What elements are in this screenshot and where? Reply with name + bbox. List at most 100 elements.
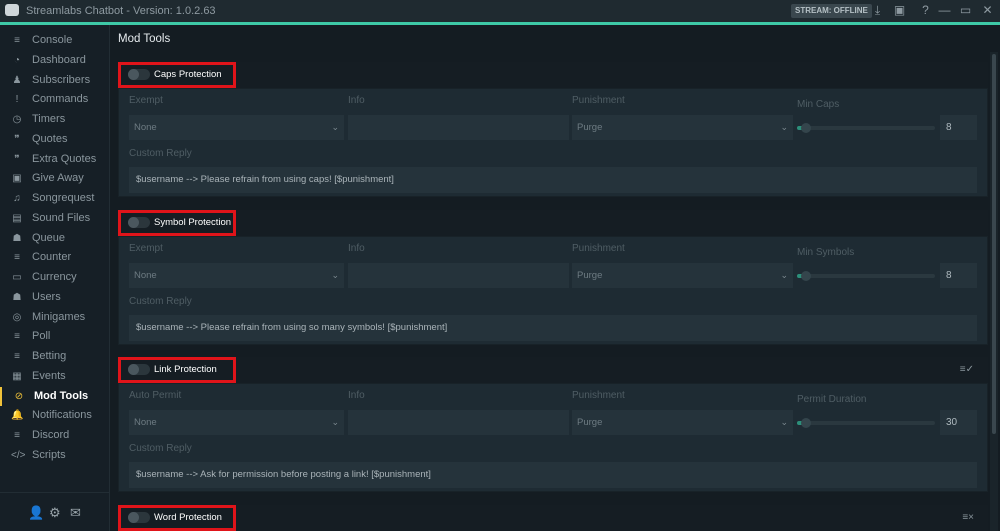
chevron-down-icon: ⌄ xyxy=(331,417,339,428)
slider-value-input[interactable]: 8 xyxy=(940,115,977,140)
sidebar-item-give-away[interactable]: ▣ Give Away xyxy=(0,169,110,188)
sidebar-item-label: Mod Tools xyxy=(34,389,89,402)
sidebar-item-notifications[interactable]: 🔔 Notifications xyxy=(0,406,110,425)
sidebar-item-commands[interactable]: ! Commands xyxy=(0,90,110,109)
download-icon[interactable]: ⤓ xyxy=(871,4,884,17)
sidebar-item-label: Dashboard xyxy=(32,53,86,66)
app-logo-icon xyxy=(5,4,19,16)
info-input[interactable] xyxy=(348,115,569,140)
field-label: Info xyxy=(348,390,365,402)
section-body: Auto Permit None ⌄ Info Punishment Purge ⌄… xyxy=(118,383,988,493)
sidebar-item-label: Quotes xyxy=(32,132,68,145)
field-label: Min Symbols xyxy=(797,246,855,258)
custom-reply-input[interactable]: $username --> Please refrain from using … xyxy=(129,167,977,193)
sidebar-item-minigames[interactable]: ◎ Minigames xyxy=(0,308,110,327)
sidebar-item-console[interactable]: ≡ Console xyxy=(0,31,110,50)
field-label: Custom Reply xyxy=(129,443,192,455)
sidebar-item-label: Commands xyxy=(32,93,89,106)
sidebar-item-timers[interactable]: ◷ Timers xyxy=(0,110,110,129)
ban-icon: ⊘ xyxy=(14,390,24,402)
scrollbar[interactable] xyxy=(990,52,998,531)
sidebar-item-users[interactable]: ☗ Users xyxy=(0,288,110,307)
exempt-select[interactable]: None ⌄ xyxy=(129,115,344,140)
select-value: Purge xyxy=(577,122,603,133)
exempt-select[interactable]: None ⌄ xyxy=(129,410,344,436)
page-title: Mod Tools xyxy=(118,33,171,45)
sidebar-item-extra-quotes[interactable]: ❞ Extra Quotes xyxy=(0,150,110,169)
punishment-select[interactable]: Purge ⌄ xyxy=(572,262,793,288)
scrollbar-thumb[interactable] xyxy=(992,54,996,434)
sidebar-item-poll[interactable]: ≡ Poll xyxy=(0,327,110,346)
sidebar-item-label: Timers xyxy=(32,113,66,125)
close-icon[interactable]: ✕ xyxy=(981,4,994,17)
section-body: Exempt None ⌄ Info Punishment Purge ⌄ Min … xyxy=(118,88,988,197)
chevron-down-icon: ⌄ xyxy=(331,269,339,280)
slider-handle[interactable] xyxy=(801,418,811,429)
enable-toggle[interactable] xyxy=(128,216,150,228)
select-value: Purge xyxy=(577,417,603,429)
punishment-select[interactable]: Purge ⌄ xyxy=(572,410,793,436)
calendar-icon: ▦ xyxy=(12,370,22,382)
sidebar-item-subscribers[interactable]: ♟ Subscribers xyxy=(0,71,110,90)
mail-icon[interactable]: ✉ xyxy=(70,505,81,521)
help-icon[interactable]: ? xyxy=(919,4,932,17)
exempt-select[interactable]: None ⌄ xyxy=(129,262,344,288)
info-input[interactable] xyxy=(348,410,569,436)
list-options-icon[interactable]: ≡✓ xyxy=(960,364,974,375)
file-icon: ▤ xyxy=(12,212,22,224)
field-label: Punishment xyxy=(572,242,625,254)
sidebar-item-dashboard[interactable]: ◔ Dashboard xyxy=(0,51,110,70)
slider[interactable] xyxy=(797,270,935,281)
sidebar-item-mod-tools[interactable]: ⊘ Mod Tools xyxy=(0,386,110,406)
sidebar-item-currency[interactable]: ▭ Currency xyxy=(0,268,110,287)
user-icon[interactable]: 👤 xyxy=(28,505,44,521)
section-header: Caps Protection xyxy=(118,62,988,88)
gear-icon[interactable]: ⚙ xyxy=(49,505,61,521)
sidebar-item-label: Extra Quotes xyxy=(32,152,97,165)
field-label: Exempt xyxy=(129,95,163,106)
enable-toggle[interactable] xyxy=(128,364,150,376)
sidebar-item-label: Discord xyxy=(32,429,70,441)
sidebar-item-label: Scripts xyxy=(32,448,66,461)
list-options-icon[interactable]: ≡× xyxy=(962,512,974,523)
sidebar: ≡ Console ◔ Dashboard ♟ Subscribers! Commands ◷… xyxy=(0,25,110,531)
sidebar-item-counter[interactable]: ≡ Counter xyxy=(0,248,110,267)
custom-reply-input[interactable]: $username --> Please refrain from using … xyxy=(129,314,977,341)
field-label: Exempt xyxy=(129,242,163,254)
sidebar-item-events[interactable]: ▦ Events xyxy=(0,367,110,386)
save-icon[interactable]: ▣ xyxy=(893,4,906,17)
enable-toggle[interactable] xyxy=(128,512,150,524)
punishment-select[interactable]: Purge ⌄ xyxy=(572,115,793,140)
field-label: Info xyxy=(348,242,365,254)
sidebar-item-label: Sound Files xyxy=(32,211,91,224)
sidebar-item-sound-files[interactable]: ▤ Sound Files xyxy=(0,209,110,228)
sidebar-item-discord[interactable]: ≡ Discord xyxy=(0,426,110,445)
list-icon: ≡ xyxy=(14,351,20,362)
custom-reply-input[interactable]: $username --> Ask for permission before … xyxy=(129,462,977,489)
maximize-icon[interactable]: ▭ xyxy=(959,4,972,17)
slider-value-input[interactable]: 8 xyxy=(940,262,977,288)
slider[interactable] xyxy=(797,418,935,429)
sidebar-item-betting[interactable]: ≡ Betting xyxy=(0,347,110,366)
bell-icon: 🔔 xyxy=(11,410,24,422)
music-icon: ♫ xyxy=(13,193,21,204)
sidebar-item-scripts[interactable]: </> Scripts xyxy=(0,446,110,465)
sidebar-item-label: Users xyxy=(32,290,61,303)
select-value: Purge xyxy=(577,269,603,281)
gamepad-icon: ◎ xyxy=(12,311,22,323)
field-label: Punishment xyxy=(572,390,625,402)
sidebar-item-label: Give Away xyxy=(32,172,84,185)
list-icon: ≡ xyxy=(14,331,20,343)
field-label: Permit Duration xyxy=(797,394,867,406)
minimize-icon[interactable]: — xyxy=(938,4,951,17)
sidebar-item-queue[interactable]: ☗ Queue xyxy=(0,229,110,248)
slider-handle[interactable] xyxy=(801,123,811,133)
sidebar-item-quotes[interactable]: ❞ Quotes xyxy=(0,130,110,149)
enable-toggle[interactable] xyxy=(128,69,150,80)
sidebar-item-label: Counter xyxy=(32,251,72,264)
slider-handle[interactable] xyxy=(801,270,811,281)
slider-value-input[interactable]: 30 xyxy=(940,410,977,436)
sidebar-item-songrequest[interactable]: ♫ Songrequest xyxy=(0,189,110,208)
slider[interactable] xyxy=(797,123,935,133)
info-input[interactable] xyxy=(348,262,569,288)
